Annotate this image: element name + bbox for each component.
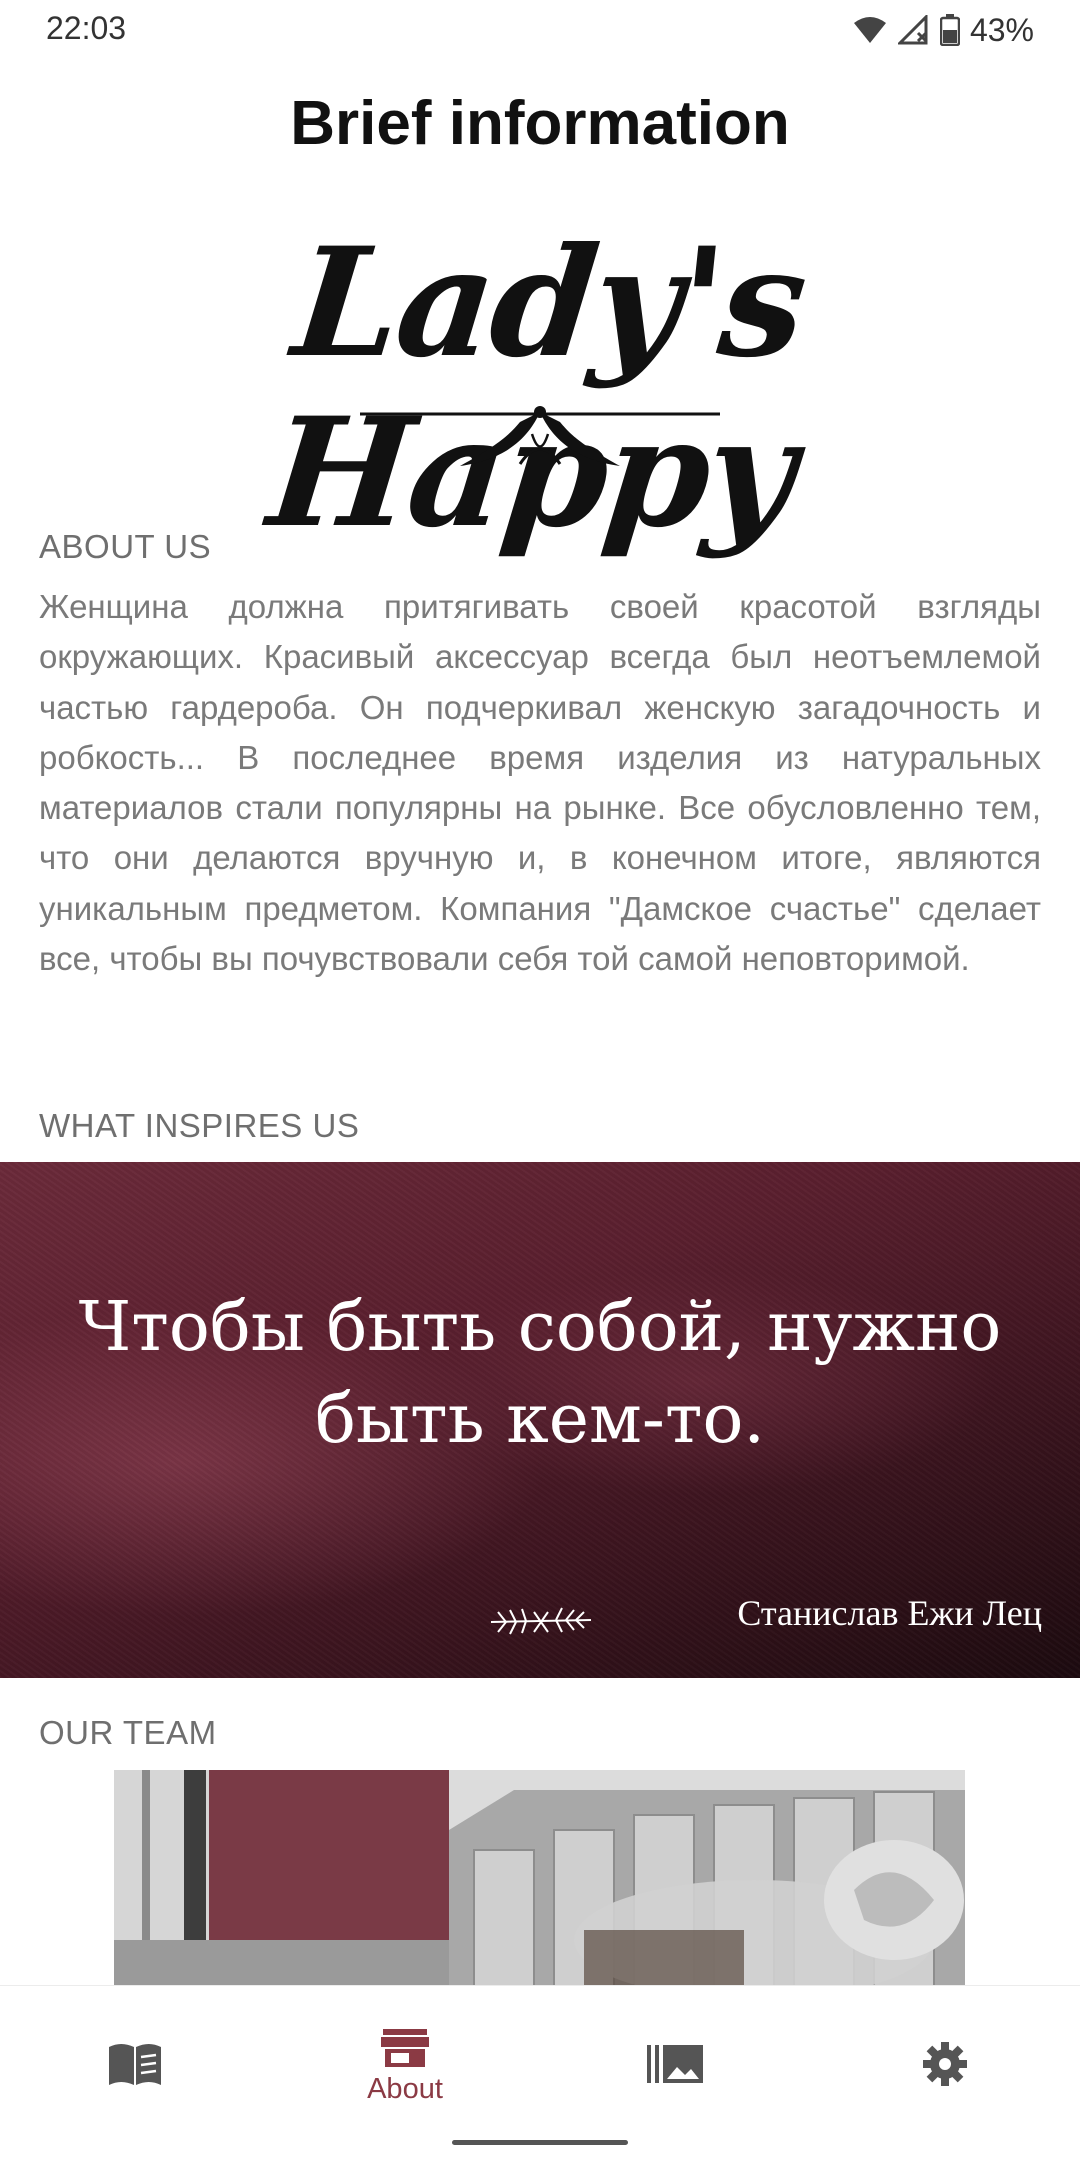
page-title: Brief information (290, 89, 790, 158)
nav-label-about: About (367, 2072, 443, 2105)
gear-icon (923, 2042, 967, 2086)
quote-text: Чтобы быть собой, нужно быть кем-то. (78, 1288, 1002, 1459)
ornament-icon (360, 406, 720, 466)
status-bar: 22:03 43% (0, 0, 1080, 62)
storefront-icon (381, 2028, 429, 2067)
quote-banner: Чтобы быть собой, нужно быть кем-то. Ста… (0, 1162, 1080, 1678)
battery-percent: 43% (969, 11, 1034, 48)
quote-author: Станислав Ежи Лец (737, 1593, 1042, 1633)
battery-icon (939, 14, 960, 46)
bottom-navigation: About (0, 1985, 1080, 2161)
inspires-heading: WHAT INSPIRES US (39, 1107, 360, 1144)
nav-item-settings[interactable] (810, 1986, 1080, 2146)
logo-text: Lady's Happy (261, 215, 812, 561)
brand-logo: Lady's Happy (130, 215, 950, 561)
team-photo-image (114, 1770, 965, 1986)
team-photo (114, 1770, 965, 1986)
nav-item-about[interactable]: About (270, 1986, 540, 2146)
status-time: 22:03 (46, 10, 127, 46)
nav-item-catalog[interactable] (0, 1986, 270, 2146)
sprig-ornament-icon (490, 1607, 592, 1635)
wifi-icon (853, 17, 886, 43)
book-icon (109, 2044, 161, 2085)
home-indicator[interactable] (452, 2140, 628, 2145)
gallery-icon (647, 2045, 703, 2083)
cell-signal-icon (897, 15, 928, 45)
team-heading: OUR TEAM (39, 1714, 217, 1751)
nav-item-gallery[interactable] (540, 1986, 810, 2146)
about-text: Женщина должна притягивать своей красото… (39, 588, 1041, 978)
status-icons: 43% (852, 10, 1034, 50)
about-heading: ABOUT US (39, 528, 212, 565)
